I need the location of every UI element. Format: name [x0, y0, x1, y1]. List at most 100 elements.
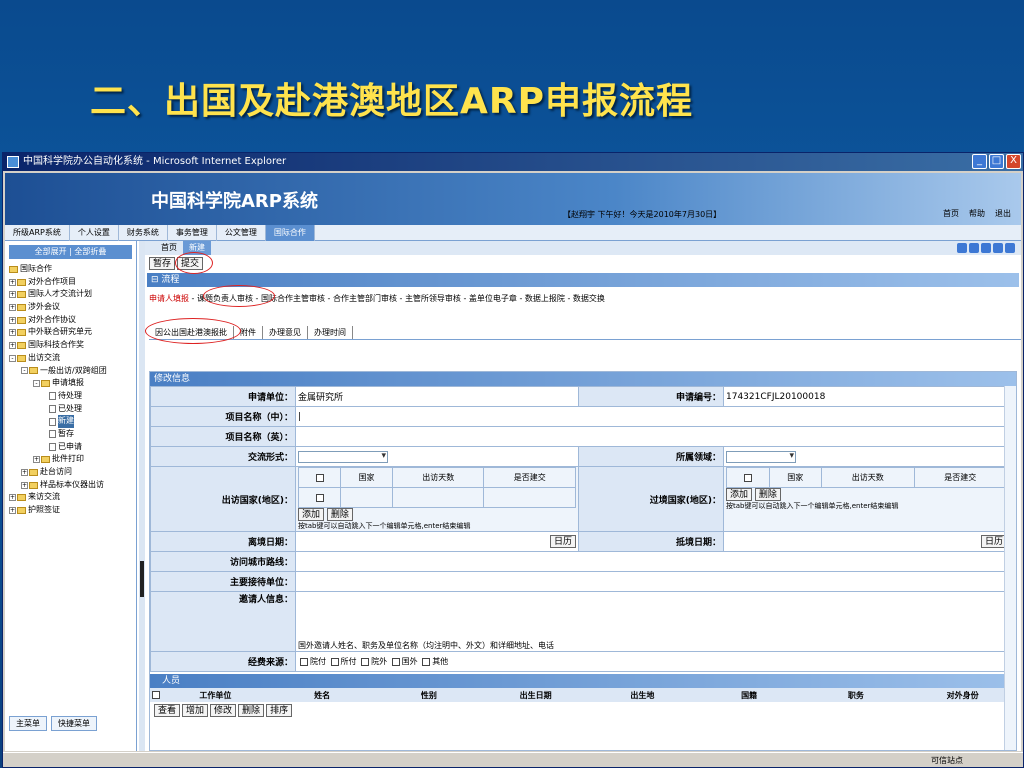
nav-arrow-icon[interactable] [957, 243, 967, 253]
field-select[interactable] [726, 450, 796, 463]
nav-item[interactable]: 公文管理 [217, 224, 266, 241]
form-scrollbar[interactable] [1004, 386, 1016, 750]
expand-icon: + [9, 329, 16, 337]
add-person-button[interactable]: 增加 [182, 704, 209, 717]
tree-item[interactable]: + 批件打印 [9, 453, 132, 466]
add-country-button[interactable]: 添加 [298, 508, 325, 521]
form-title: 修改信息 [150, 372, 1016, 386]
app-logo: 中国科学院ARP系统 [151, 191, 318, 212]
tree-item[interactable]: + 对外合作协议 [9, 314, 132, 327]
expand-icon: + [9, 341, 16, 349]
folder-icon [29, 481, 38, 489]
expand-collapse[interactable]: 全部展开 | 全部折叠 [9, 245, 132, 259]
fund-checkbox[interactable] [391, 657, 400, 666]
fund-checkbox[interactable] [300, 657, 308, 666]
tree-item[interactable]: - 出访交流 [9, 352, 132, 365]
view-person-button[interactable]: 查看 [154, 704, 181, 717]
content-area: 首页 新建 暂存 提交 ⊟ 流程 申请人填报 - 课题负责人审核 - 国际合作主… [145, 241, 1021, 751]
splitter-grip[interactable] [140, 561, 144, 597]
main-menu-tab[interactable]: 主菜单 [9, 716, 47, 731]
select-all-checkbox[interactable] [743, 473, 752, 482]
folder-icon [29, 367, 38, 375]
project-cn-input[interactable]: | [295, 406, 1010, 427]
field-label: 主要接待单位： [150, 571, 296, 592]
persons-table-header: 工作单位 姓名 性别 出生日期 出生地 国籍 职务 对外身份 [150, 688, 1016, 702]
add-transit-button[interactable]: 添加 [726, 488, 753, 501]
tree-item[interactable]: + 赴台访问 [9, 466, 132, 479]
tree-item[interactable]: + 国际人才交流计划 [9, 288, 132, 301]
delete-person-button[interactable]: 删除 [238, 704, 265, 717]
save-draft-button[interactable]: 暂存 [149, 257, 176, 270]
folder-icon [17, 506, 26, 514]
nav-item[interactable]: 事务管理 [168, 224, 217, 241]
main-nav: 所级ARP系统 个人设置 财务系统 事务管理 公文管理 国际合作 [5, 224, 1021, 241]
tree-item[interactable]: + 样品标本仪器出访 [9, 479, 132, 492]
collapse-icon: - [33, 380, 40, 388]
fund-checkbox[interactable] [422, 657, 431, 666]
help-link[interactable]: 帮助 [969, 208, 985, 219]
tree-item[interactable]: + 中外联合研究单元 [9, 326, 132, 339]
nav-item[interactable]: 所级ARP系统 [5, 224, 70, 241]
tree-item[interactable]: + 护照签证 [9, 504, 132, 517]
nav-item-active[interactable]: 国际合作 [265, 224, 315, 241]
folder-icon [17, 494, 26, 502]
tree-item[interactable]: 暂存 [9, 428, 132, 441]
application-form: 申请单位： 金属研究所 申请编号： 174321CFJL20100018 项目名… [150, 386, 1010, 672]
tree-item[interactable]: + 国际科技合作奖 [9, 339, 132, 352]
content-tabs: 首页 新建 [145, 241, 1021, 255]
nav-arrow-icon[interactable] [993, 243, 1003, 253]
quick-menu-tab[interactable]: 快捷菜单 [51, 716, 97, 731]
tree-item[interactable]: 待处理 [9, 390, 132, 403]
expand-icon: + [9, 316, 16, 324]
tree-item[interactable]: 已申请 [9, 441, 132, 454]
flow-steps: 申请人填报 - 课题负责人审核 - 国际合作主管审核 - 合作主管部门审核 - … [145, 285, 1021, 310]
nav-arrow-icon[interactable] [969, 243, 979, 253]
logout-link[interactable]: 退出 [995, 208, 1011, 219]
tab-opinion[interactable]: 办理意见 [263, 326, 308, 339]
nav-item[interactable]: 个人设置 [70, 224, 119, 241]
apply-no-value: 174321CFJL20100018 [723, 386, 1010, 407]
tree-item[interactable]: 国际合作 [9, 263, 132, 276]
delete-transit-button[interactable]: 删除 [754, 488, 781, 501]
select-all-checkbox[interactable] [315, 473, 324, 482]
tab-time[interactable]: 办理时间 [308, 326, 353, 339]
flow-section-header: ⊟ 流程 [147, 273, 1019, 287]
delete-country-button[interactable]: 删除 [326, 508, 353, 521]
folder-icon [17, 278, 26, 286]
nav-arrow-icon[interactable] [1005, 243, 1015, 253]
expand-icon: + [33, 456, 40, 464]
document-icon [49, 442, 56, 451]
sort-person-button[interactable]: 排序 [266, 704, 293, 717]
depart-calendar-button[interactable]: 日历 [549, 535, 576, 548]
tree-item[interactable]: + 涉外会议 [9, 301, 132, 314]
minimize-button[interactable]: _ [972, 154, 987, 169]
host-input[interactable] [295, 571, 1010, 592]
tree-item[interactable]: - 一般出访/双跨组团 [9, 365, 132, 378]
tree-item-selected[interactable]: 新建 [9, 415, 132, 428]
project-en-input[interactable] [295, 426, 1010, 447]
close-button[interactable]: X [1006, 154, 1021, 169]
highlight-ring [145, 318, 241, 344]
select-all-checkbox[interactable] [152, 691, 160, 699]
field-label: 出访国家(地区)： [150, 466, 296, 532]
field-label: 项目名称（中）： [150, 406, 296, 427]
home-link[interactable]: 首页 [943, 208, 959, 219]
tree-item[interactable]: 已处理 [9, 403, 132, 416]
security-zone: 可信站点 [931, 756, 963, 765]
exchange-select[interactable] [298, 450, 388, 463]
fund-checkbox[interactable] [330, 657, 339, 666]
row-checkbox[interactable] [315, 493, 324, 502]
fund-checkbox[interactable] [361, 657, 370, 666]
tree-item[interactable]: + 来访交流 [9, 491, 132, 504]
tree-item[interactable]: + 对外合作项目 [9, 276, 132, 289]
inviter-textarea[interactable]: 国外邀请人姓名、职务及单位名称（均注明中、外文）和详细地址、电话 [295, 591, 1010, 652]
route-input[interactable] [295, 551, 1010, 572]
status-bar: 可信站点 [3, 752, 1023, 767]
tab-home[interactable]: 首页 [155, 241, 183, 255]
expand-icon: + [21, 468, 28, 476]
maximize-button[interactable]: □ [989, 154, 1004, 169]
nav-item[interactable]: 财务系统 [119, 224, 168, 241]
nav-arrow-icon[interactable] [981, 243, 991, 253]
tree-item[interactable]: - 申请填报 [9, 377, 132, 390]
edit-person-button[interactable]: 修改 [210, 704, 237, 717]
